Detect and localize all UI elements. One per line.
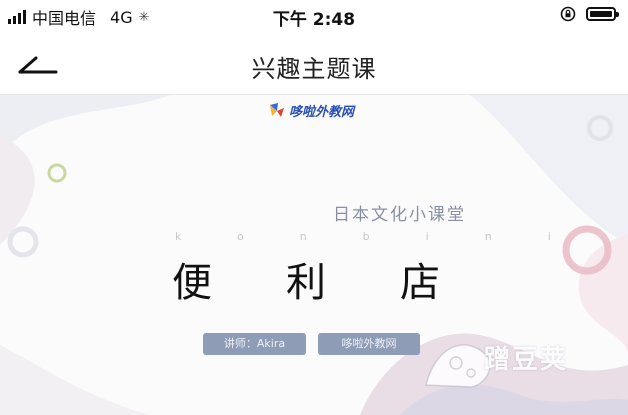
- watermark-text: 蹭豆荚: [484, 345, 569, 375]
- brand-logo: 哆啦外教网: [268, 101, 354, 120]
- nav-bar: 兴趣主题课: [0, 32, 628, 95]
- teacher-badge: 讲师：Akira: [203, 333, 306, 355]
- status-right: [560, 6, 619, 22]
- slide-title: 便利店: [172, 260, 514, 306]
- course-slide[interactable]: 哆啦外教网 日本文化小课堂 konbini 便利店 讲师：Akira 哆啦外教网…: [0, 95, 628, 415]
- slide-romaji: konbini: [175, 230, 607, 243]
- battery-icon: [586, 7, 619, 21]
- page-title: 兴趣主题课: [251, 55, 377, 83]
- brand-badge: 哆啦外教网: [318, 333, 420, 355]
- slide-subtitle: 日本文化小课堂: [333, 205, 466, 225]
- status-bar: 中国电信 4G ✳ 下午 2:48: [0, 0, 628, 32]
- brand-logo-mark-icon: [270, 102, 284, 117]
- status-time: 下午 2:48: [272, 10, 356, 30]
- brand-logo-text: 哆啦外教网: [289, 105, 355, 120]
- rotation-lock-icon: [560, 6, 576, 22]
